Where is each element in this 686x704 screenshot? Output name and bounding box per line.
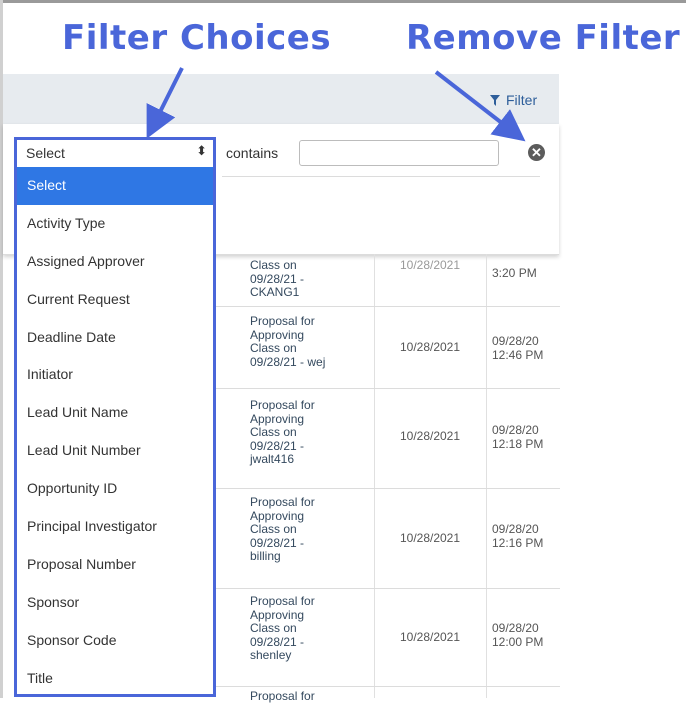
row-deadline-date: 10/28/2021 [399,531,461,545]
row-time: 09/28/20 12:46 PM [492,334,544,362]
dropdown-option-assigned-approver[interactable]: Assigned Approver [17,243,213,281]
operator-label: contains [226,145,279,161]
table-row[interactable]: Proposal for Approving Class on 09/28/21… [216,488,560,589]
row-description: Proposal for Approving Class on 09/28/21… [250,495,315,563]
table-row[interactable]: Proposal for Approving Class on 09/28/21… [216,306,560,389]
row-description: Proposal for [250,689,315,703]
select-value: Select [26,145,65,161]
row-deadline-date: 10/28/2021 [399,258,461,272]
table-row[interactable]: Proposal for Approving Class on 09/28/21… [216,388,560,489]
callout-remove-filter: Remove Filter [406,18,681,58]
filter-button[interactable]: Filter [490,92,537,108]
filter-choices-dropdown: Select Activity Type Assigned Approver C… [14,167,216,697]
row-description: Proposal for Approving Class on 09/28/21… [250,398,315,466]
dropdown-option-lead-unit-name[interactable]: Lead Unit Name [17,394,213,432]
table-row[interactable]: Class on 09/28/21 - CKANG1 10/28/2021 3:… [216,254,560,307]
filter-field-select[interactable]: Select ⬍ [14,137,216,167]
filter-button-label: Filter [506,92,538,108]
callout-filter-choices: Filter Choices [62,18,332,58]
dropdown-option-principal-investigator[interactable]: Principal Investigator [17,508,213,546]
dropdown-option-title[interactable]: Title [17,660,213,698]
panel-divider [222,176,540,177]
dropdown-option-activity-type[interactable]: Activity Type [17,205,213,243]
select-caret-icon: ⬍ [196,143,207,158]
dropdown-option-initiator[interactable]: Initiator [17,356,213,394]
dropdown-option-select[interactable]: Select [17,167,213,205]
row-deadline-date: 10/28/2021 [399,630,461,644]
dropdown-option-proposal-number[interactable]: Proposal Number [17,546,213,584]
row-time: 09/28/20 12:00 PM [492,621,544,649]
table-row[interactable]: Proposal for [216,686,560,702]
row-time: 09/28/20 12:18 PM [492,423,544,451]
dropdown-option-current-request[interactable]: Current Request [17,281,213,319]
row-deadline-date: 10/28/2021 [399,429,461,443]
results-table: Class on 09/28/21 - CKANG1 10/28/2021 3:… [216,254,560,703]
funnel-icon [490,94,500,106]
window-top-border [0,0,686,3]
dropdown-option-lead-unit-number[interactable]: Lead Unit Number [17,432,213,470]
remove-filter-icon[interactable]: ✕ [528,144,545,161]
row-time: 09/28/20 12:16 PM [492,522,544,550]
row-time: 3:20 PM [492,266,537,280]
grid-toolbar [3,74,559,124]
dropdown-option-sponsor[interactable]: Sponsor [17,584,213,622]
dropdown-option-opportunity-id[interactable]: Opportunity ID [17,470,213,508]
row-description: Proposal for Approving Class on 09/28/21… [250,594,315,662]
row-description: Proposal for Approving Class on 09/28/21… [250,314,326,369]
dropdown-option-sponsor-code[interactable]: Sponsor Code [17,622,213,660]
row-deadline-date: 10/28/2021 [399,340,461,354]
dropdown-option-deadline-date[interactable]: Deadline Date [17,319,213,357]
filter-value-input[interactable] [299,140,499,166]
table-row[interactable]: Proposal for Approving Class on 09/28/21… [216,588,560,687]
row-description: Class on 09/28/21 - CKANG1 [250,258,305,299]
